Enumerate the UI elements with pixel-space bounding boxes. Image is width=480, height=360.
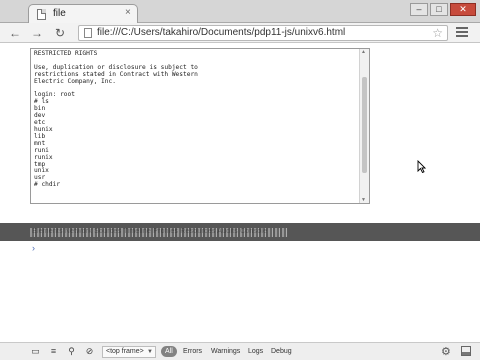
terminal-line: etc (34, 119, 46, 127)
devtools-tabs-text: Elements Network Sources Timeline Profil… (32, 228, 268, 235)
bookmark-star-icon[interactable]: ☆ (432, 26, 443, 40)
terminal-line: dev (34, 112, 46, 120)
address-bar[interactable]: file:///C:/Users/takahiro/Documents/pdp1… (78, 25, 448, 41)
terminal-line: # chdir (34, 181, 61, 189)
tab-title: file (53, 8, 66, 19)
tab-close-icon[interactable]: × (125, 7, 131, 18)
filter-warnings[interactable]: Warnings (211, 346, 240, 357)
terminal-line: usr (34, 174, 46, 182)
search-icon[interactable]: ⚲ (66, 346, 77, 357)
terminal-line: Electric Company, Inc. (34, 77, 116, 85)
terminal-scrollbar[interactable]: ▲ ▼ (359, 49, 369, 203)
filter-debug[interactable]: Debug (271, 346, 292, 357)
filter-logs[interactable]: Logs (248, 346, 263, 357)
gear-icon[interactable]: ⚙ (441, 345, 451, 358)
scrollbar-thumb[interactable] (362, 77, 367, 173)
browser-window: file × – □ ✕ ← → ↻ file:///C:/Users/taka… (0, 0, 480, 360)
terminal-line: unix (34, 167, 49, 175)
devtools-footer: ▭ ≡ ⚲ ⊘ <top frame> ▼ All Errors Warning… (0, 342, 480, 360)
terminal-line: RESTRICTED RIGHTS (34, 50, 98, 57)
browser-tab[interactable]: file × (28, 4, 138, 24)
terminal-line: runi (34, 146, 49, 154)
forward-button[interactable]: → (30, 26, 44, 40)
terminal-output: RESTRICTED RIGHTS Use, duplication or di… (34, 50, 356, 189)
terminal-line: runix (34, 153, 53, 161)
file-icon (84, 28, 92, 38)
close-window-button[interactable]: ✕ (450, 3, 476, 16)
terminal-textarea[interactable]: RESTRICTED RIGHTS Use, duplication or di… (30, 48, 370, 204)
mouse-pointer-icon (417, 159, 427, 178)
maximize-button[interactable]: □ (430, 3, 448, 16)
terminal-line: tmp (34, 160, 46, 168)
devtools-tab-bar: Elements Network Sources Timeline Profil… (0, 223, 480, 241)
url-text[interactable]: file:///C:/Users/takahiro/Documents/pdp1… (97, 27, 345, 38)
window-controls: – □ ✕ (410, 3, 476, 17)
frame-select-value: <top frame> (106, 348, 144, 355)
chevron-down-icon: ▼ (147, 349, 153, 355)
console-prompt[interactable]: › (32, 243, 35, 253)
page-viewport: RESTRICTED RIGHTS Use, duplication or di… (0, 44, 480, 222)
terminal-line: # ls (34, 98, 49, 106)
drawer-toggle-icon[interactable]: ≡ (48, 346, 59, 357)
terminal-line: bin (34, 105, 46, 113)
minimize-button[interactable]: – (410, 3, 428, 16)
terminal-line: hunix (34, 125, 53, 133)
scroll-down-arrow-icon[interactable]: ▼ (361, 197, 366, 203)
filter-errors[interactable]: Errors (183, 346, 202, 357)
terminal-line: lib (34, 132, 46, 140)
terminal-line: login: root (34, 91, 75, 99)
clear-console-icon[interactable]: ⊘ (84, 346, 95, 357)
reload-button[interactable]: ↻ (53, 26, 67, 40)
browser-toolbar: ← → ↻ file:///C:/Users/takahiro/Document… (0, 23, 480, 43)
hamburger-icon[interactable] (456, 27, 468, 39)
dock-icon[interactable] (461, 346, 471, 356)
console-panel[interactable]: › (0, 241, 480, 342)
tab-strip: file × – □ ✕ (0, 0, 480, 24)
back-button[interactable]: ← (8, 26, 22, 40)
frame-select[interactable]: <top frame> ▼ (102, 346, 156, 358)
terminal-line: mnt (34, 139, 46, 147)
page-icon (37, 9, 46, 20)
filter-all[interactable]: All (161, 346, 177, 357)
dock-side-icon[interactable]: ▭ (30, 346, 41, 357)
scroll-up-arrow-icon[interactable]: ▲ (361, 49, 366, 55)
